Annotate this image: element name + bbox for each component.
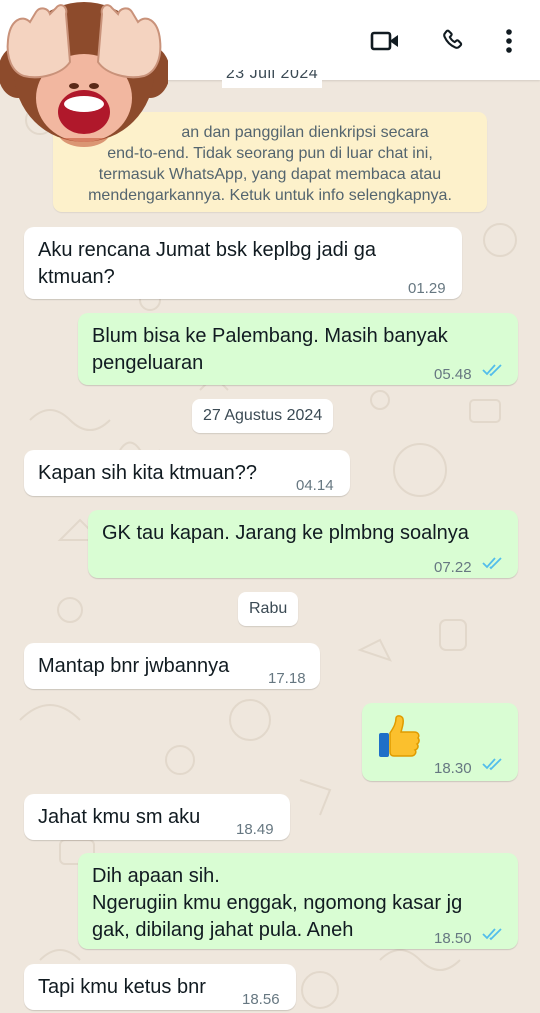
message-time: 18.30	[434, 760, 472, 777]
message-text: Kapan sih kita ktmuan??	[38, 462, 258, 484]
message-text: Blum bisa ke Palembang. Masih banyak pen…	[92, 325, 448, 374]
voice-call-icon[interactable]	[436, 24, 470, 58]
message-time: 04.14	[296, 477, 334, 494]
thumbs-up-emoji-icon	[379, 715, 420, 757]
message-incoming[interactable]: Aku rencana Jumat bsk keplbg jadi ga ktm…	[24, 227, 462, 299]
video-call-icon[interactable]	[368, 24, 402, 58]
message-time: 17.18	[268, 670, 306, 687]
more-options-icon[interactable]	[492, 24, 526, 58]
message-outgoing[interactable]: Blum bisa ke Palembang. Masih banyak pen…	[78, 313, 518, 385]
see-no-evil-monkey-avatar-icon[interactable]	[0, 0, 168, 160]
message-outgoing[interactable]: Dih apaan sih. Ngerugiin kmu enggak, ngo…	[78, 853, 518, 949]
message-text: Mantap bnr jwbannya	[38, 655, 230, 677]
encryption-notice-line: mendengarkannya. Ketuk untuk info seleng…	[88, 187, 452, 204]
message-incoming[interactable]: Tapi kmu ketus bnr 18.56	[24, 964, 296, 1010]
date-separator: 27 Agustus 2024	[192, 399, 334, 433]
message-outgoing[interactable]: 18.30	[362, 703, 518, 781]
message-time: 07.22	[434, 559, 472, 576]
message-time: 18.56	[242, 991, 280, 1008]
read-receipt-icon	[482, 928, 502, 941]
message-text: Aku rencana Jumat bsk keplbg jadi ga ktm…	[38, 239, 376, 288]
message-outgoing[interactable]: GK tau kapan. Jarang ke plmbng soalnya 0…	[88, 510, 518, 578]
message-time: 18.49	[236, 821, 274, 838]
message-incoming[interactable]: Kapan sih kita ktmuan?? 04.14	[24, 450, 350, 496]
read-receipt-icon	[482, 758, 502, 771]
message-time: 05.48	[434, 366, 472, 383]
message-incoming[interactable]: Mantap bnr jwbannya 17.18	[24, 643, 320, 689]
message-time: 01.29	[408, 280, 446, 297]
message-text: Dih apaan sih. Ngerugiin kmu enggak, ngo…	[92, 865, 463, 941]
read-receipt-icon	[482, 557, 502, 570]
message-time: 18.50	[434, 930, 472, 947]
date-label: 27 Agustus 2024	[203, 407, 323, 424]
message-text: GK tau kapan. Jarang ke plmbng soalnya	[102, 522, 469, 544]
date-separator: Rabu	[238, 592, 299, 626]
message-incoming[interactable]: Jahat kmu sm aku 18.49	[24, 794, 290, 840]
message-text: Tapi kmu ketus bnr	[38, 976, 206, 998]
read-receipt-icon	[482, 364, 502, 377]
encryption-notice-line: termasuk WhatsApp, yang dapat membaca at…	[98, 166, 442, 183]
date-separator-partial: 23 Juli 2024	[222, 70, 322, 88]
message-text: Jahat kmu sm aku	[38, 806, 201, 828]
date-label: Rabu	[249, 600, 288, 617]
